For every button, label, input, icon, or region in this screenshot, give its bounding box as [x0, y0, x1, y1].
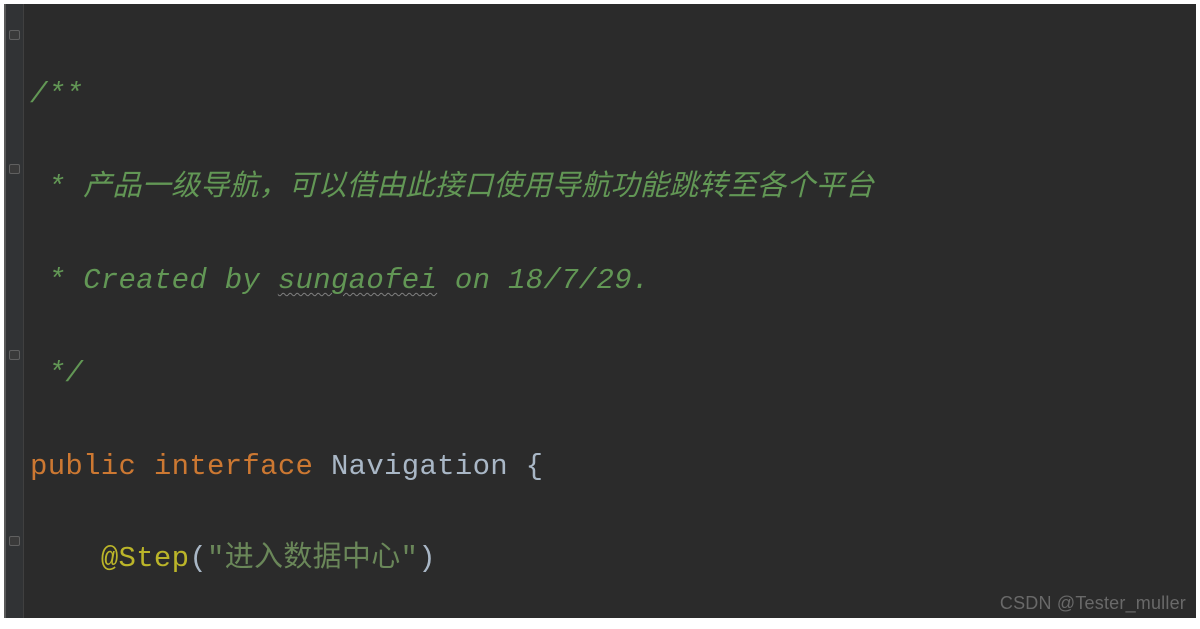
watermark-text: CSDN @Tester_muller: [1000, 593, 1186, 614]
class-name: Navigation: [331, 450, 508, 483]
author-name: sungaofei: [278, 264, 437, 297]
code-line: public interface Navigation {: [30, 444, 1186, 490]
fold-marker-icon[interactable]: [9, 350, 20, 360]
fold-marker-icon[interactable]: [9, 164, 20, 174]
code-line: @Step("进入数据中心"): [30, 536, 1186, 582]
javadoc-description: 产品一级导航，可以借由此接口使用导航功能跳转至各个平台: [83, 171, 874, 204]
string-literal: "进入数据中心": [207, 542, 418, 575]
fold-marker-icon[interactable]: [9, 536, 20, 546]
code-content[interactable]: /** * 产品一级导航，可以借由此接口使用导航功能跳转至各个平台 * Crea…: [30, 26, 1186, 618]
annotation-at: @: [101, 542, 119, 575]
keyword-interface: interface: [154, 450, 331, 483]
gutter: [6, 4, 24, 618]
code-line: /**: [30, 72, 1186, 118]
code-line: * Created by sungaofei on 18/7/29.: [30, 258, 1186, 304]
javadoc-open: /**: [30, 78, 83, 111]
code-editor[interactable]: /** * 产品一级导航，可以借由此接口使用导航功能跳转至各个平台 * Crea…: [4, 4, 1196, 618]
fold-marker-icon[interactable]: [9, 30, 20, 40]
keyword-public: public: [30, 450, 154, 483]
annotation-step: Step: [119, 542, 190, 575]
code-line: */: [30, 351, 1186, 397]
javadoc-close: */: [30, 357, 83, 390]
code-line: * 产品一级导航，可以借由此接口使用导航功能跳转至各个平台: [30, 165, 1186, 211]
